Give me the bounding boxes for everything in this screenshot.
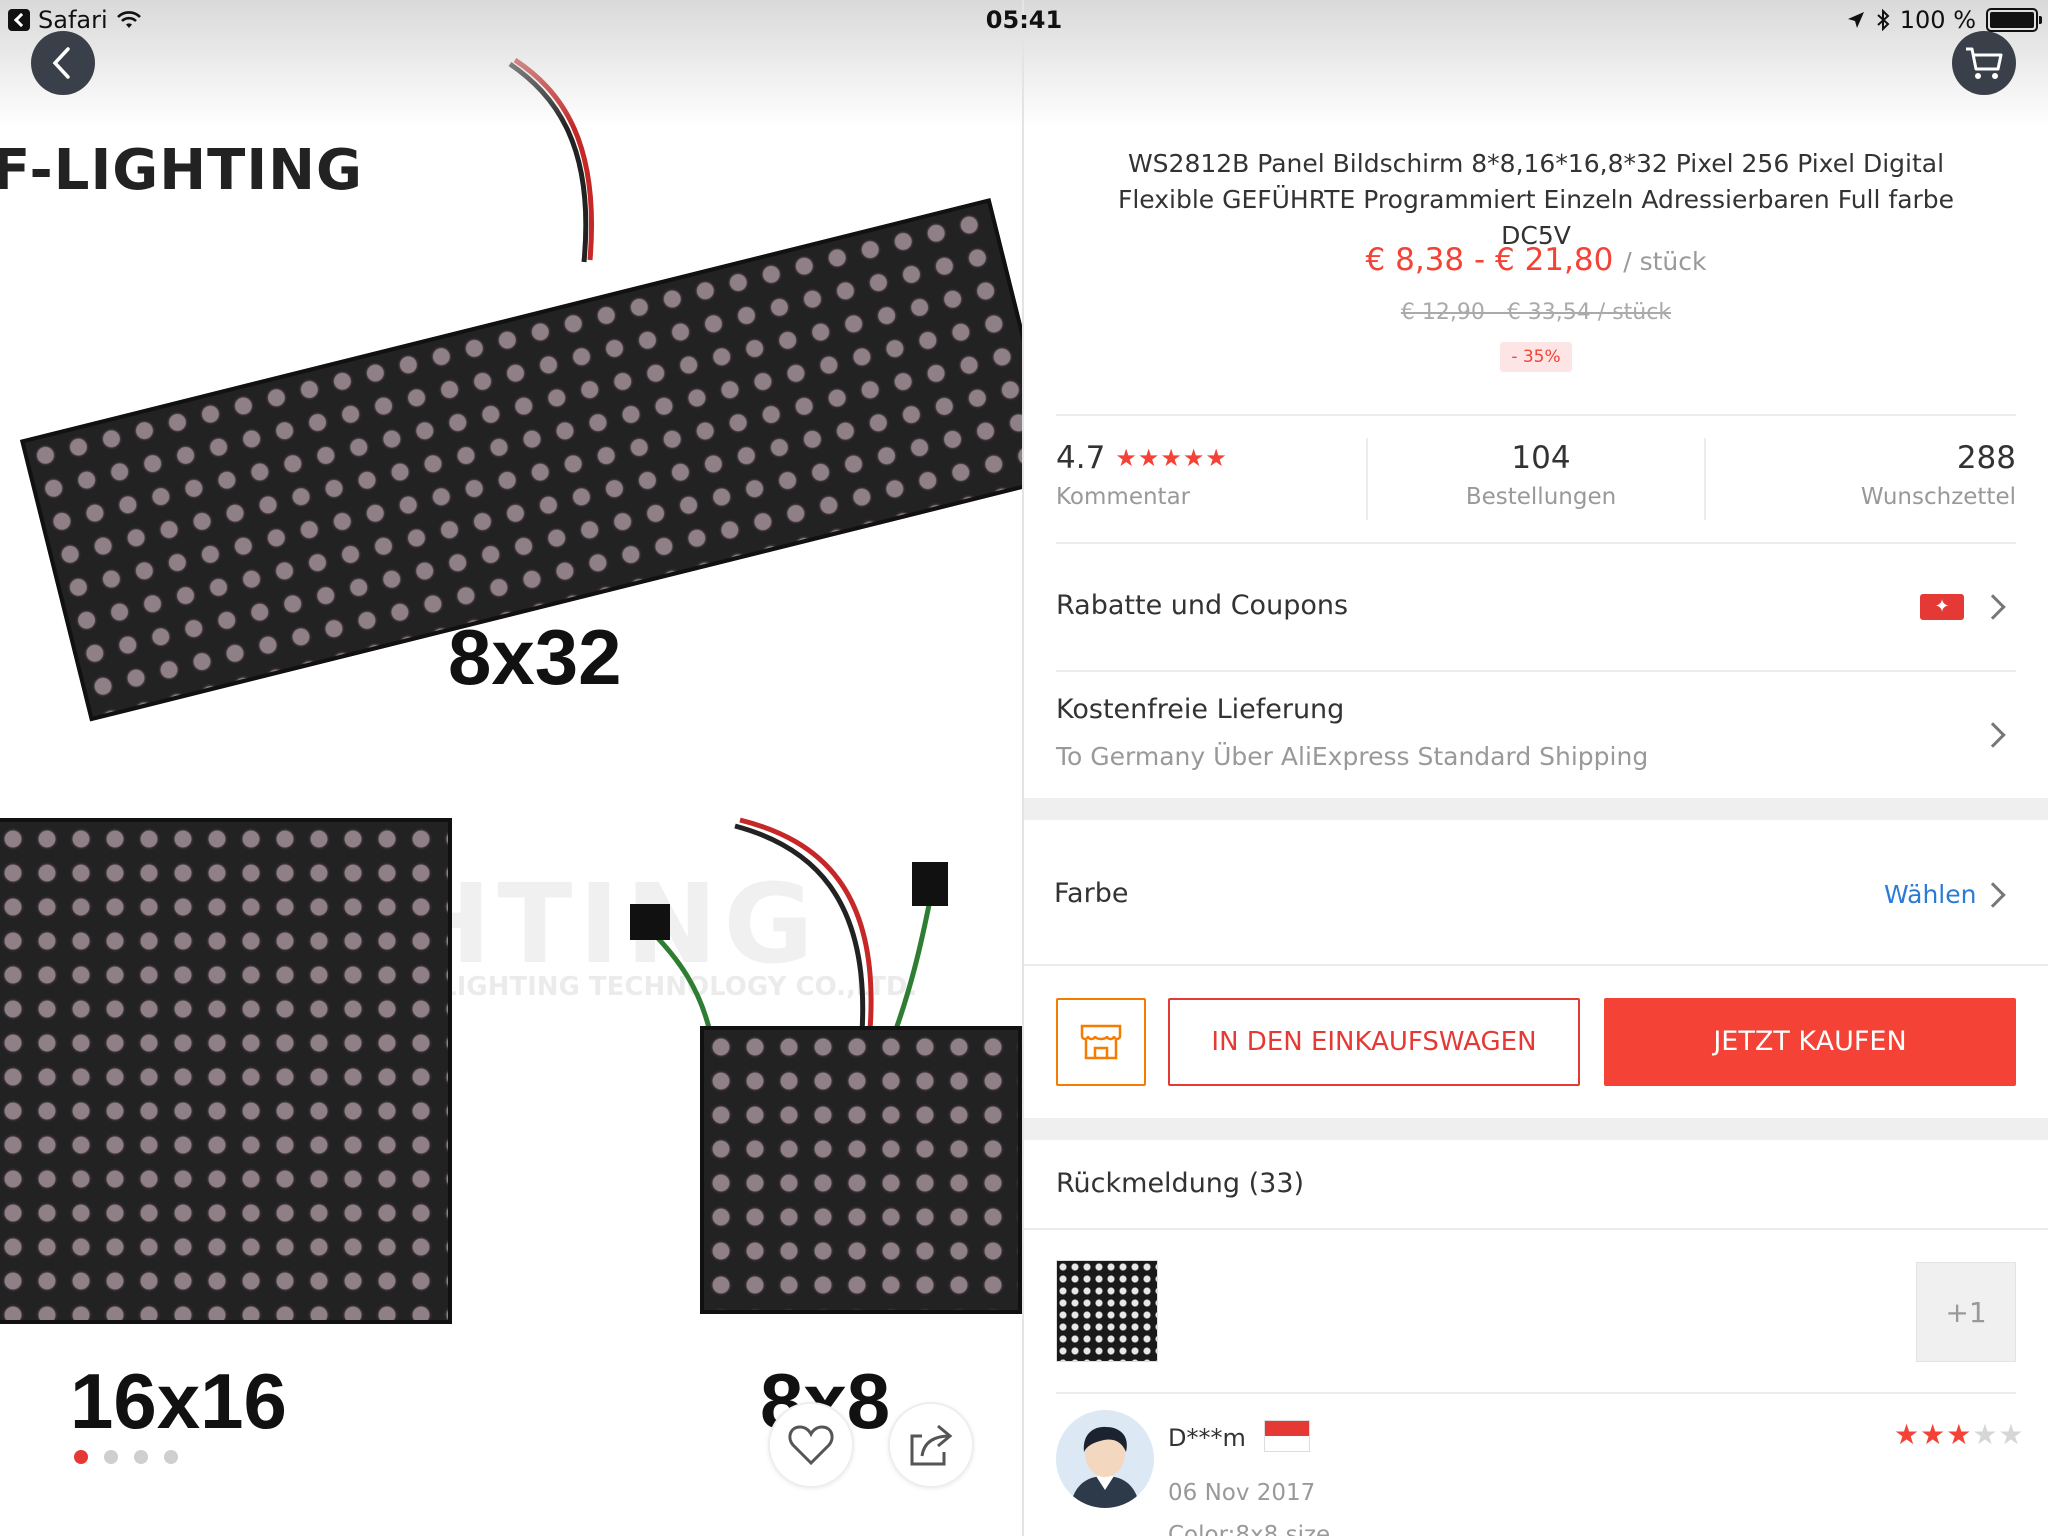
price-value: € 8,38 - € 21,80 xyxy=(1365,242,1614,278)
review-rating-stars-icon: ★★★★★ xyxy=(1894,1418,2025,1451)
size-label-8x32: 8x32 xyxy=(448,613,622,701)
panel-wire-2 xyxy=(630,817,948,1033)
chevron-right-icon xyxy=(1980,882,2006,908)
original-price: € 12,90 - € 33,54 / stück xyxy=(1400,300,1672,325)
price-unit: / stück xyxy=(1623,247,1707,276)
section-divider xyxy=(1024,798,2048,820)
rating-value: 4.7 xyxy=(1056,440,1106,476)
pagination-dot[interactable] xyxy=(104,1450,118,1464)
reviewer-avatar xyxy=(1056,1410,1154,1508)
shopping-cart-icon xyxy=(1966,47,2003,79)
review-photo[interactable] xyxy=(1056,1260,1158,1362)
price-range: € 8,38 - € 21,80 / stück xyxy=(1024,242,2048,278)
add-to-cart-button[interactable]: IN DEN EINKAUFSWAGEN xyxy=(1168,998,1580,1086)
shipping-method: To Germany Über AliExpress Standard Ship… xyxy=(1056,742,1649,771)
wishlist-label: Wunschzettel xyxy=(1860,484,2016,510)
coupons-label: Rabatte und Coupons xyxy=(1056,590,1349,621)
buy-now-button[interactable]: JETZT KAUFEN xyxy=(1604,998,2016,1086)
pagination-dot[interactable] xyxy=(164,1450,178,1464)
pagination-dot[interactable] xyxy=(134,1450,148,1464)
battery-icon xyxy=(1986,8,2042,32)
status-bar: Safari 05:41 100 % xyxy=(0,0,2048,42)
store-icon xyxy=(1080,1024,1122,1060)
product-details: WS2812B Panel Bildschirm 8*8,16*16,8*32 … xyxy=(1024,0,2048,1536)
coupon-ticket-icon: ✦ xyxy=(1920,594,1964,620)
gallery-pagination[interactable] xyxy=(74,1450,178,1464)
choose-color-link[interactable]: Wählen xyxy=(1884,880,1976,909)
brand-logo-text: F-LIGHTING xyxy=(0,138,363,203)
orders-stat: 104 Bestellungen xyxy=(1376,440,1706,510)
share-icon xyxy=(910,1424,953,1466)
wishlist-stat: 288 Wunschzettel xyxy=(1714,440,2016,510)
product-title: WS2812B Panel Bildschirm 8*8,16*16,8*32 … xyxy=(1117,149,1955,250)
discount-badge: - 35% xyxy=(1500,342,1572,372)
battery-percent: 100 % xyxy=(1899,6,1976,34)
orders-value: 104 xyxy=(1511,440,1571,476)
panel-16x16-image xyxy=(0,818,452,1324)
size-label-16x16: 16x16 xyxy=(70,1357,287,1445)
bluetooth-icon xyxy=(1877,9,1890,31)
review-attribute: Color:8x8 size xyxy=(1168,1522,1331,1536)
color-label: Farbe xyxy=(1054,878,1129,909)
shipping-title: Kostenfreie Lieferung xyxy=(1056,694,1345,725)
location-icon xyxy=(1847,12,1864,28)
heart-icon xyxy=(788,1425,834,1466)
panel-8x8-image xyxy=(700,1026,1022,1314)
section-divider xyxy=(1024,1118,2048,1140)
rating-stat[interactable]: 4.7 ★★★★★ Kommentar xyxy=(1056,440,1228,510)
product-image-gallery[interactable]: F-LIGHTING 8x32 LIGHTING LIGHTING TECHNO… xyxy=(0,0,1022,1536)
singapore-flag-icon xyxy=(1264,1420,1310,1452)
chevron-right-icon xyxy=(1980,722,2006,748)
clock: 05:41 xyxy=(985,6,1063,34)
feedback-heading[interactable]: Rückmeldung (33) xyxy=(1056,1168,1304,1199)
rating-label: Kommentar xyxy=(1056,484,1191,510)
share-button[interactable] xyxy=(888,1402,974,1488)
rating-stars-icon: ★★★★★ xyxy=(1115,444,1228,472)
pagination-dot[interactable] xyxy=(74,1450,88,1464)
wishlist-button[interactable] xyxy=(768,1402,854,1488)
reviewer-name: D***m xyxy=(1168,1424,1246,1452)
chevron-left-icon xyxy=(52,47,70,79)
review-date: 06 Nov 2017 xyxy=(1168,1480,1316,1506)
orders-label: Bestellungen xyxy=(1465,484,1617,510)
chevron-right-icon xyxy=(1980,594,2006,620)
more-photos-button[interactable]: +1 xyxy=(1916,1262,2016,1362)
store-button[interactable] xyxy=(1056,998,1146,1086)
wishlist-value: 288 xyxy=(1956,440,2016,476)
